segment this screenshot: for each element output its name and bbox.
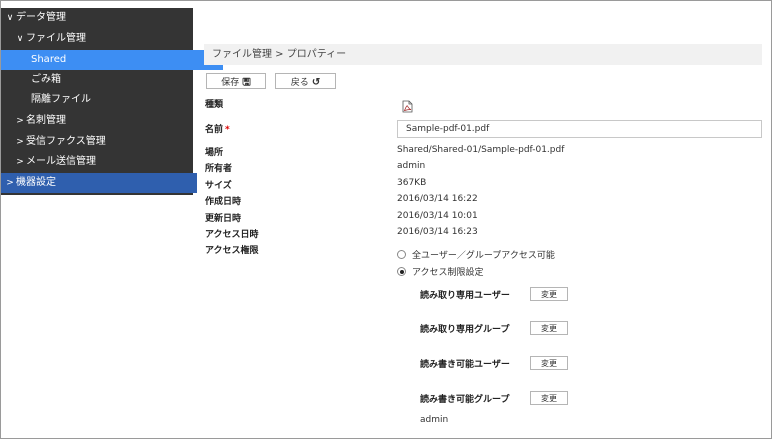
- change-read-only-users-button[interactable]: 変更: [530, 287, 568, 301]
- accessed-label: アクセス日時: [205, 230, 259, 240]
- sidebar-item-label: ごみ箱: [31, 74, 61, 85]
- writable-users-label: 読み書き可能ユーザー: [420, 360, 510, 370]
- save-icon: 🖫: [242, 77, 251, 88]
- accessed-value: 2016/03/14 16:23: [397, 227, 478, 237]
- owner-value: admin: [397, 161, 426, 171]
- chevron-right-icon: >: [6, 178, 14, 188]
- updated-value: 2016/03/14 10:01: [397, 211, 478, 221]
- access-option-restricted-label: アクセス制限設定: [412, 268, 484, 278]
- writable-groups-label: 読み書き可能グループ: [420, 395, 510, 405]
- back-label: 戻る: [290, 77, 309, 87]
- sidebar-item-label: 名刺管理: [26, 115, 66, 126]
- updated-label: 更新日時: [205, 214, 242, 224]
- created-label: 作成日時: [205, 197, 242, 207]
- sidebar-item-label: Shared: [31, 54, 67, 65]
- sidebar-item-label: データ管理: [16, 12, 66, 23]
- size-label: サイズ: [205, 181, 232, 191]
- undo-icon: ↺: [311, 77, 321, 88]
- read-only-groups-label: 読み取り専用グループ: [420, 325, 510, 335]
- sidebar-item-trash[interactable]: ごみ箱: [1, 70, 223, 90]
- sidebar-item-file-management[interactable]: ∨ ファイル管理: [1, 29, 207, 49]
- sidebar-item-shared[interactable]: Shared: [1, 50, 223, 70]
- back-button[interactable]: 戻る ↺: [275, 73, 336, 89]
- chevron-right-icon: >: [16, 157, 24, 167]
- access-option-all[interactable]: 全ユーザー／グループアクセス可能: [397, 248, 555, 261]
- owner-label: 所有者: [205, 164, 233, 174]
- access-label: アクセス権限: [205, 246, 259, 256]
- location-label: 場所: [205, 148, 224, 158]
- sidebar-item-mail[interactable]: > メール送信管理: [1, 152, 207, 172]
- access-option-restricted[interactable]: アクセス制限設定: [397, 265, 484, 278]
- sidebar-item-fax[interactable]: > 受信ファクス管理: [1, 132, 207, 152]
- sidebar-item-label: 機器設定: [16, 177, 56, 188]
- pdf-file-icon: [402, 100, 413, 113]
- sidebar-item-label: メール送信管理: [26, 156, 96, 167]
- required-mark: *: [225, 125, 230, 135]
- breadcrumb: ファイル管理 > プロパティー: [204, 44, 762, 65]
- writable-groups-value: admin: [420, 415, 449, 425]
- read-only-users-label: 読み取り専用ユーザー: [420, 291, 510, 301]
- location-value: Shared/Shared-01/Sample-pdf-01.pdf: [397, 145, 565, 155]
- sidebar-item-quarantine[interactable]: 隔離ファイル: [1, 90, 223, 110]
- sidebar-item-label: 隔離ファイル: [31, 94, 91, 105]
- access-option-all-label: 全ユーザー／グループアクセス可能: [412, 251, 555, 261]
- size-value: 367KB: [397, 178, 427, 188]
- created-value: 2016/03/14 16:22: [397, 194, 478, 204]
- sidebar-item-data-management[interactable]: ∨ データ管理: [1, 8, 197, 28]
- name-input[interactable]: [397, 120, 762, 138]
- chevron-right-icon: >: [16, 116, 24, 126]
- radio-button[interactable]: [397, 250, 406, 259]
- name-label-text: 名前: [205, 125, 224, 135]
- change-writable-users-button[interactable]: 変更: [530, 356, 568, 370]
- change-read-only-groups-button[interactable]: 変更: [530, 321, 568, 335]
- radio-button-selected[interactable]: [397, 267, 406, 276]
- sidebar-item-device-settings[interactable]: > 機器設定: [1, 173, 197, 193]
- name-label: 名前 *: [205, 122, 230, 135]
- chevron-down-icon: ∨: [16, 34, 24, 44]
- save-label: 保存: [221, 77, 240, 87]
- sidebar-item-label: 受信ファクス管理: [26, 136, 106, 147]
- chevron-right-icon: >: [16, 137, 24, 147]
- type-label: 種類: [205, 100, 224, 110]
- save-button[interactable]: 保存 🖫: [206, 73, 266, 89]
- sidebar-item-business-cards[interactable]: > 名刺管理: [1, 111, 207, 131]
- change-writable-groups-button[interactable]: 変更: [530, 391, 568, 405]
- sidebar-item-label: ファイル管理: [26, 33, 86, 44]
- chevron-down-icon: ∨: [6, 13, 14, 23]
- sidebar: ∨ データ管理 ∨ ファイル管理 Shared ごみ箱 隔離ファイル > 名刺管理 >…: [1, 8, 223, 195]
